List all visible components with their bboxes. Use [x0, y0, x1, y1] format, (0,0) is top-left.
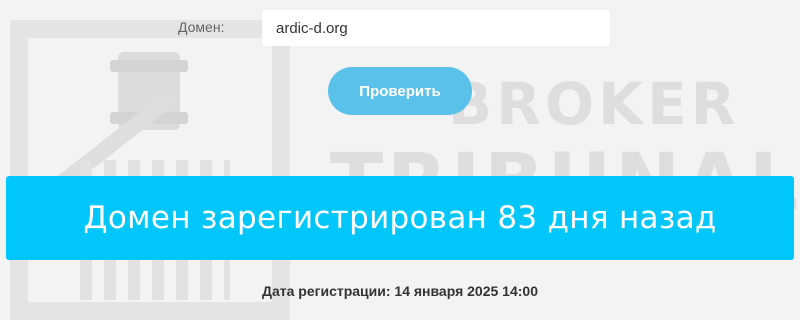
gavel-icon — [118, 52, 180, 130]
gavel-band-bottom — [110, 112, 188, 124]
gavel-band-top — [110, 60, 188, 72]
result-message: Домен зарегистрирован 83 дня назад — [83, 200, 717, 236]
domain-input[interactable] — [262, 10, 610, 46]
registration-date: Дата регистрации: 14 января 2025 14:00 — [262, 283, 538, 299]
domain-label: Домен: — [178, 19, 225, 35]
check-button[interactable]: Проверить — [328, 67, 472, 115]
watermark-broker-text: BROKER — [448, 70, 740, 138]
domain-form-row: Домен: — [0, 8, 800, 46]
result-banner: Домен зарегистрирован 83 дня назад — [6, 176, 794, 260]
watermark-frame — [10, 20, 290, 320]
